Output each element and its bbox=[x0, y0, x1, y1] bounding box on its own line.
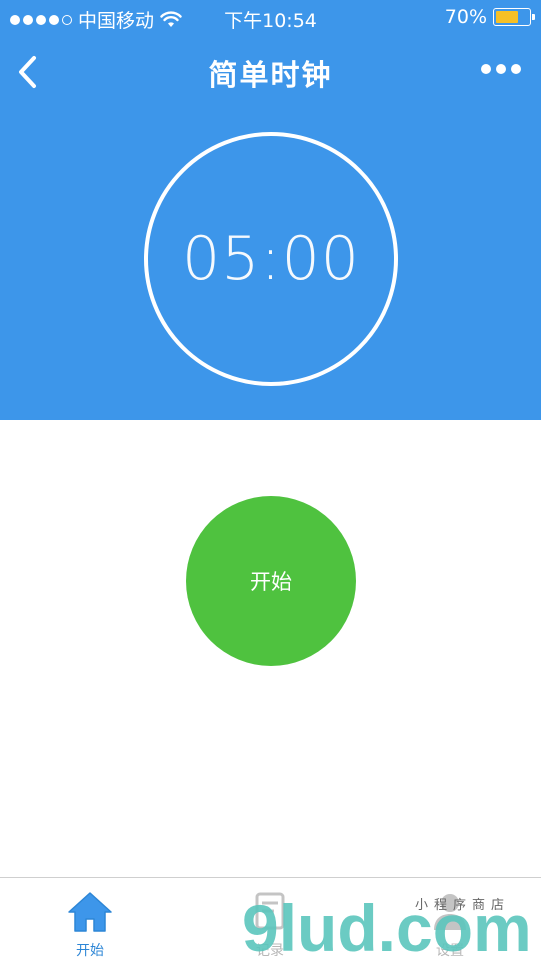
tab-record[interactable]: 记录 bbox=[180, 878, 360, 960]
user-icon bbox=[434, 894, 466, 930]
more-options-icon[interactable] bbox=[481, 64, 521, 74]
battery-fill bbox=[496, 11, 519, 23]
tab-settings[interactable]: 设置 bbox=[360, 878, 540, 960]
battery-percent: 70% bbox=[444, 6, 487, 28]
timer-area: 05:00 bbox=[0, 110, 541, 420]
nav-bar: 简单时钟 bbox=[0, 34, 541, 110]
tab-record-label: 记录 bbox=[256, 943, 284, 959]
battery-icon bbox=[493, 8, 535, 26]
timer-display: 05:00 bbox=[182, 224, 360, 294]
status-bar: 中国移动 下午10:54 70% bbox=[0, 0, 541, 34]
status-right: 70% bbox=[444, 6, 535, 28]
tab-start-label: 开始 bbox=[76, 943, 104, 959]
tab-settings-label: 设置 bbox=[436, 943, 464, 959]
tab-start[interactable]: 开始 bbox=[0, 878, 180, 960]
record-icon bbox=[255, 892, 285, 930]
page-title: 简单时钟 bbox=[208, 58, 333, 92]
home-icon bbox=[68, 892, 112, 932]
start-button[interactable]: 开始 bbox=[186, 496, 356, 666]
tab-bar: 开始 记录 设置 bbox=[0, 877, 541, 960]
timer-ring: 05:00 bbox=[144, 132, 398, 386]
